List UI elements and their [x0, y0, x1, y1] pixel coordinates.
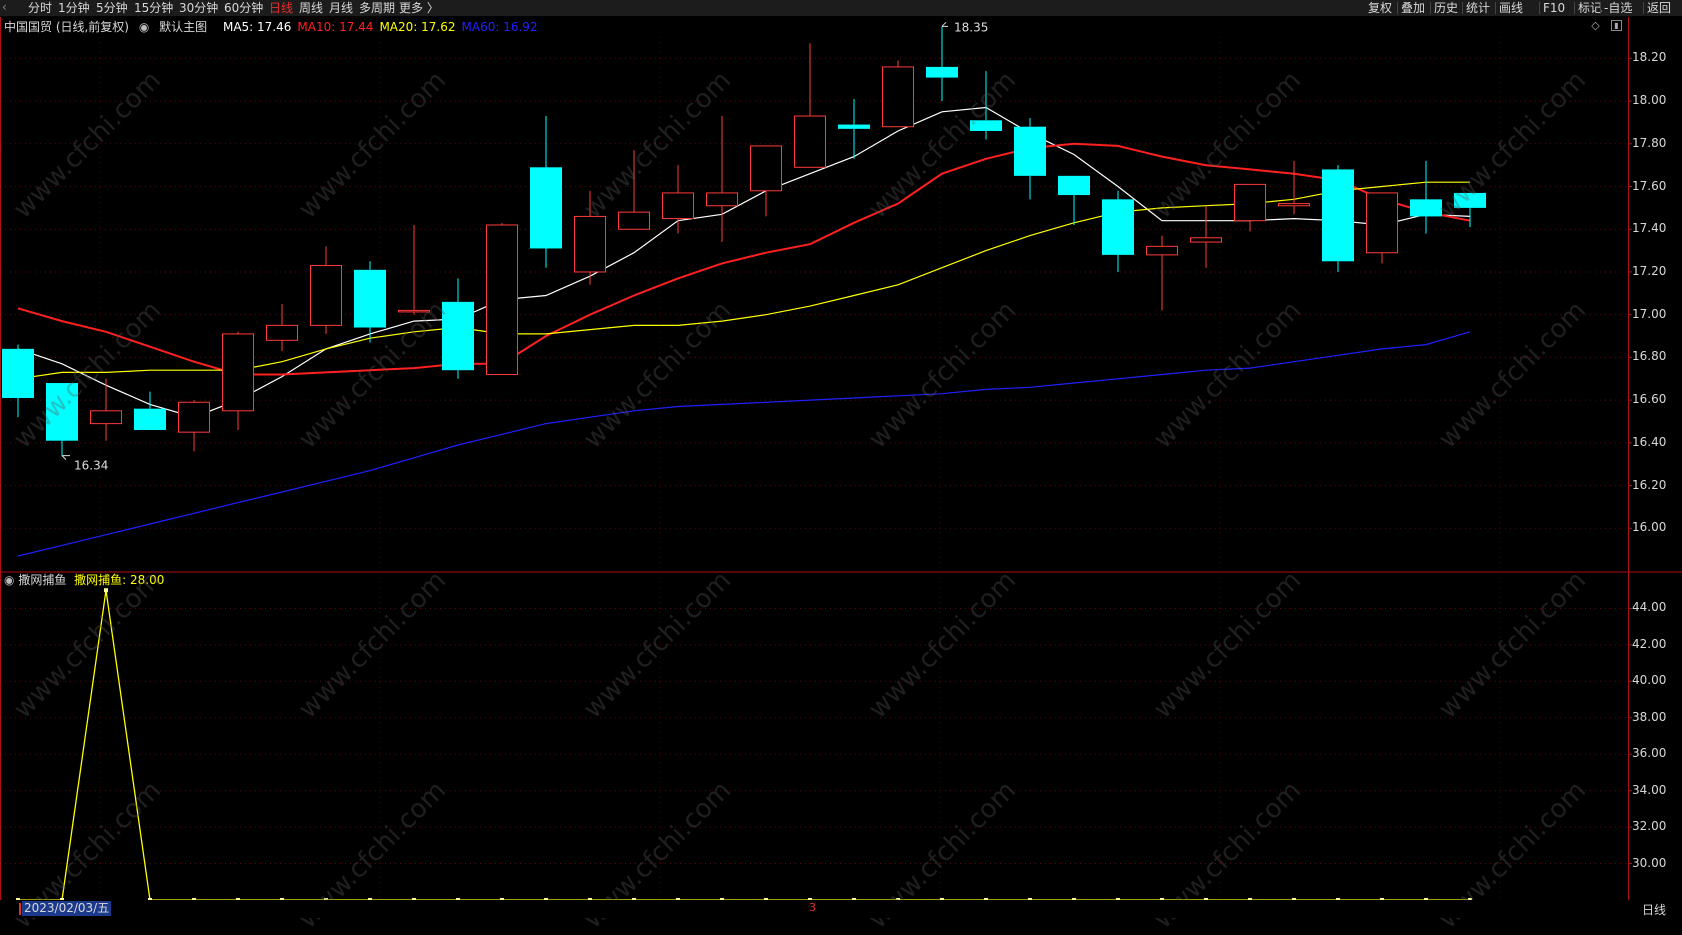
candle-body-down	[1014, 126, 1046, 176]
candle-body-up	[398, 309, 430, 313]
candle[interactable]	[1058, 175, 1090, 225]
month-marker: 3	[809, 901, 816, 914]
price-tick-label: 16.00	[1632, 520, 1667, 535]
indicator-tick-label: 30.00	[1632, 855, 1667, 870]
candle-body-up	[750, 145, 782, 192]
candle-body-up	[574, 215, 606, 273]
candle-body-down	[1454, 192, 1486, 208]
candle[interactable]	[2, 344, 34, 418]
indicator-tick-label: 38.00	[1632, 709, 1667, 724]
indicator-tick-label: 44.00	[1632, 600, 1667, 615]
price-tick-label: 16.60	[1632, 392, 1667, 407]
candle[interactable]	[1234, 183, 1266, 232]
stock-chart[interactable]: 18.35 16.34	[0, 0, 1682, 918]
price-tick-label: 17.40	[1632, 221, 1667, 236]
candle[interactable]	[530, 116, 562, 268]
price-tick-label: 18.00	[1632, 93, 1667, 108]
candle[interactable]	[662, 165, 694, 234]
price-tick-label: 18.20	[1632, 50, 1667, 65]
candle-body-down	[46, 383, 78, 441]
candle[interactable]	[794, 43, 826, 168]
candle[interactable]	[1014, 118, 1046, 200]
candle-body-down	[442, 301, 474, 371]
indicator-tick-label: 40.00	[1632, 673, 1667, 688]
candle[interactable]	[882, 60, 914, 128]
candle[interactable]	[970, 71, 1002, 140]
candle-body-up	[662, 192, 694, 220]
candle[interactable]	[706, 116, 738, 243]
candle[interactable]	[486, 222, 518, 375]
price-tick-label: 16.80	[1632, 349, 1667, 364]
candle-body-down	[1410, 199, 1442, 217]
price-tick-label: 16.40	[1632, 434, 1667, 449]
candle-body-down	[838, 124, 870, 129]
indicator-tick-label: 36.00	[1632, 746, 1667, 761]
indicator-line	[18, 590, 1470, 901]
candle[interactable]	[1322, 165, 1354, 272]
candle-body-up	[90, 410, 122, 425]
candle-body-up	[266, 324, 298, 341]
indicator-tick-label: 34.00	[1632, 782, 1667, 797]
candle-body-down	[926, 66, 958, 78]
candle-body-up	[1190, 237, 1222, 243]
candle-body-down	[134, 408, 166, 431]
candle[interactable]	[1454, 192, 1486, 228]
candle[interactable]	[1146, 235, 1178, 311]
high-price-label: 18.35	[954, 20, 988, 34]
candle[interactable]	[442, 278, 474, 379]
candle[interactable]	[90, 378, 122, 441]
candle-body-up	[882, 66, 914, 128]
candle[interactable]	[310, 246, 342, 334]
candle-body-up	[222, 333, 254, 412]
candle-body-up	[1278, 203, 1310, 207]
candle[interactable]	[574, 190, 606, 285]
candle[interactable]	[618, 150, 650, 230]
date-marker	[19, 903, 21, 915]
indicator-tick-label: 42.00	[1632, 636, 1667, 651]
candle-body-down	[1058, 175, 1090, 196]
candle-body-up	[618, 211, 650, 230]
candle[interactable]	[222, 331, 254, 431]
candle[interactable]	[750, 145, 782, 217]
candle-body-down	[1102, 199, 1134, 255]
candle[interactable]	[134, 391, 166, 431]
time-axis	[0, 900, 1682, 918]
price-tick-label: 17.20	[1632, 263, 1667, 278]
candle[interactable]	[178, 400, 210, 452]
price-tick-label: 17.00	[1632, 306, 1667, 321]
candle[interactable]	[46, 383, 78, 456]
candle-body-up	[706, 192, 738, 207]
low-price-label: 16.34	[74, 459, 108, 473]
candle[interactable]	[1190, 205, 1222, 268]
indicator-tick-label: 32.00	[1632, 819, 1667, 834]
candle[interactable]	[1410, 160, 1442, 234]
price-tick-label: 16.20	[1632, 477, 1667, 492]
candle-body-down	[2, 348, 34, 398]
candle-body-down	[970, 120, 1002, 131]
candle-body-up	[1366, 192, 1398, 254]
candle-body-up	[1234, 183, 1266, 222]
price-tick-label: 17.80	[1632, 135, 1667, 150]
candle-body-up	[486, 224, 518, 375]
candle[interactable]	[1366, 192, 1398, 264]
low-marker-arrow	[61, 455, 70, 461]
candle[interactable]	[266, 304, 298, 351]
candle-body-up	[310, 265, 342, 326]
period-label[interactable]: 日线	[1642, 901, 1666, 918]
high-marker-arrow	[941, 21, 948, 27]
candle[interactable]	[398, 224, 430, 315]
candle[interactable]	[1102, 190, 1134, 272]
candle[interactable]	[1278, 160, 1310, 215]
candle-body-up	[178, 401, 210, 433]
candle-body-down	[354, 269, 386, 328]
price-tick-label: 17.60	[1632, 178, 1667, 193]
candle[interactable]	[926, 26, 958, 102]
candle-body-up	[1146, 245, 1178, 256]
cursor-date-label: 2023/02/03/五	[22, 901, 112, 916]
candle-body-down	[530, 167, 562, 249]
candle-body-down	[1322, 169, 1354, 262]
indicator-point	[104, 588, 108, 593]
candle-body-up	[794, 115, 826, 168]
